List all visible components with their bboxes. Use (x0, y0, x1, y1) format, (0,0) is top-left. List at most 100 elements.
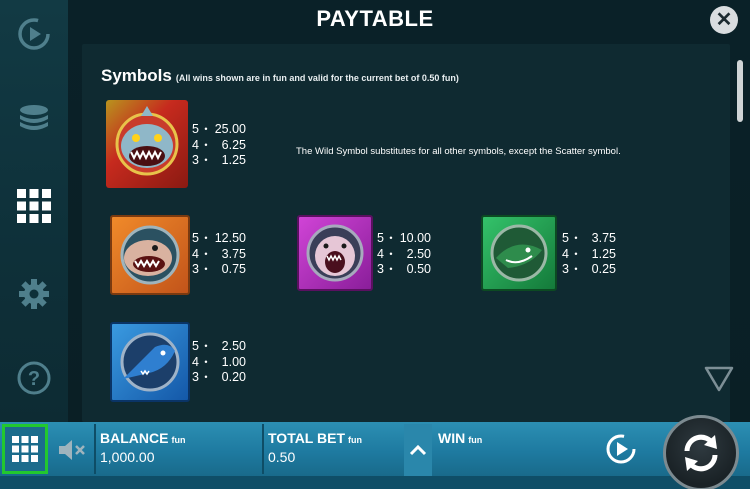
pay-row: 4 • 2.50 (377, 247, 431, 263)
pay-dot: • (204, 155, 208, 165)
pay-dot: • (204, 356, 208, 367)
symbols-note: (All wins shown are in fun and valid for… (175, 73, 459, 83)
pay-value: 10.00 (399, 231, 431, 245)
pay-count: 5 (562, 231, 569, 245)
pay-row: 5 • 25.00 (192, 122, 246, 138)
settings-gear-icon[interactable] (14, 274, 54, 314)
pay-count: 3 (377, 262, 384, 276)
pay-row: 4 • 1.00 (192, 355, 246, 371)
blue-swordfish-symbol (110, 322, 190, 402)
total-bet-label: TOTAL BET (268, 430, 345, 446)
page-title: PAYTABLE (316, 6, 434, 31)
sound-toggle-button[interactable] (52, 430, 92, 470)
pay-count: 5 (192, 122, 199, 136)
pay-dot: • (204, 233, 208, 243)
pay-row: 5 • 2.50 (192, 339, 246, 355)
pay-dot: • (204, 264, 208, 274)
menu-grid-icon (12, 436, 38, 462)
orange-shark-pays: 5 • 12.50 4 • 3.75 3 • 0.75 (192, 231, 246, 278)
balance-unit: fun (171, 435, 186, 445)
balance-label: BALANCE (100, 430, 169, 446)
wild-shark-pays: 5 • 25.00 4 • 6.25 3 • 1.25 (192, 122, 246, 169)
divider (94, 424, 96, 474)
pay-row: 3 • 0.20 (192, 370, 246, 386)
left-sidebar: ? (0, 0, 68, 422)
pay-count: 3 (562, 262, 569, 276)
pay-value: 1.00 (221, 354, 246, 369)
win-unit: fun (468, 435, 483, 445)
pay-value: 1.25 (591, 246, 616, 261)
win-display: WIN fun (438, 430, 482, 449)
total-bet-value: 0.50 (268, 449, 296, 465)
total-bet-unit: fun (348, 435, 362, 445)
autoplay-button[interactable] (602, 428, 640, 470)
pay-row: 4 • 6.25 (192, 138, 246, 154)
win-label: WIN (438, 430, 466, 446)
pay-count: 5 (192, 339, 199, 353)
wild-description: The Wild Symbol substitutes for all othe… (296, 146, 621, 157)
pay-value: 3.75 (221, 246, 246, 261)
pink-shark-symbol (297, 215, 373, 291)
scroll-down-icon[interactable] (704, 366, 734, 397)
pay-count: 4 (192, 246, 199, 261)
paytable-grid-icon[interactable] (14, 186, 54, 226)
bet-up-button[interactable] (404, 424, 432, 476)
spin-arrows-icon (684, 434, 718, 472)
balance-label-row: BALANCE fun (100, 430, 185, 446)
pay-dot: • (204, 124, 208, 134)
win-label-row: WIN fun (438, 430, 482, 446)
coins-icon[interactable] (14, 98, 54, 138)
autoplay-icon (606, 434, 636, 464)
pay-count: 4 (192, 354, 199, 369)
pay-dot: • (389, 233, 393, 243)
pay-row: 3 • 1.25 (192, 153, 246, 169)
wild-shark-symbol (106, 100, 188, 188)
pay-count: 4 (377, 246, 384, 261)
green-shark-symbol (481, 215, 557, 291)
pay-value: 2.50 (406, 246, 431, 261)
help-icon[interactable]: ? (14, 358, 54, 398)
pay-dot: • (574, 248, 578, 259)
pay-dot: • (204, 341, 208, 351)
scrollbar-thumb[interactable] (737, 60, 743, 122)
pay-value: 6.25 (221, 137, 246, 152)
total-bet-display: TOTAL BET fun 0.50 (268, 430, 362, 465)
pay-count: 4 (192, 137, 199, 152)
pay-row: 3 • 0.25 (562, 262, 616, 278)
pay-value: 2.50 (221, 339, 246, 353)
pay-row: 5 • 10.00 (377, 231, 431, 247)
pay-dot: • (389, 264, 393, 274)
pay-count: 3 (192, 153, 199, 167)
pay-dot: • (204, 372, 208, 382)
pay-dot: • (574, 233, 578, 243)
pay-row: 3 • 0.75 (192, 262, 246, 278)
pay-row: 4 • 1.25 (562, 247, 616, 263)
orange-shark-symbol (110, 215, 190, 295)
pay-value: 12.50 (214, 231, 246, 245)
pay-dot: • (389, 248, 393, 259)
balance-value: 1,000.00 (100, 449, 155, 465)
pay-row: 4 • 3.75 (192, 247, 246, 263)
chevron-up-icon (409, 444, 427, 456)
balance-display: BALANCE fun 1,000.00 (100, 430, 185, 465)
close-button[interactable]: ✕ (710, 6, 738, 34)
spin-button[interactable] (663, 415, 739, 489)
pay-value: 0.50 (406, 262, 431, 276)
pay-count: 5 (377, 231, 384, 245)
symbols-heading-text: Symbols (101, 66, 172, 85)
total-bet-label-row: TOTAL BET fun (268, 430, 362, 446)
pay-value: 1.25 (221, 153, 246, 167)
pay-count: 5 (192, 231, 199, 245)
pay-dot: • (204, 139, 208, 150)
symbols-heading: Symbols (All wins shown are in fun and va… (101, 66, 459, 86)
pay-value: 3.75 (591, 231, 616, 245)
menu-button[interactable] (2, 424, 48, 474)
pay-row: 5 • 3.75 (562, 231, 616, 247)
svg-text:?: ? (28, 368, 40, 390)
pay-value: 0.25 (591, 262, 616, 276)
pay-value: 0.75 (221, 262, 246, 276)
pay-dot: • (574, 264, 578, 274)
bottom-strip (0, 476, 750, 489)
pay-dot: • (204, 248, 208, 259)
divider (262, 424, 264, 474)
